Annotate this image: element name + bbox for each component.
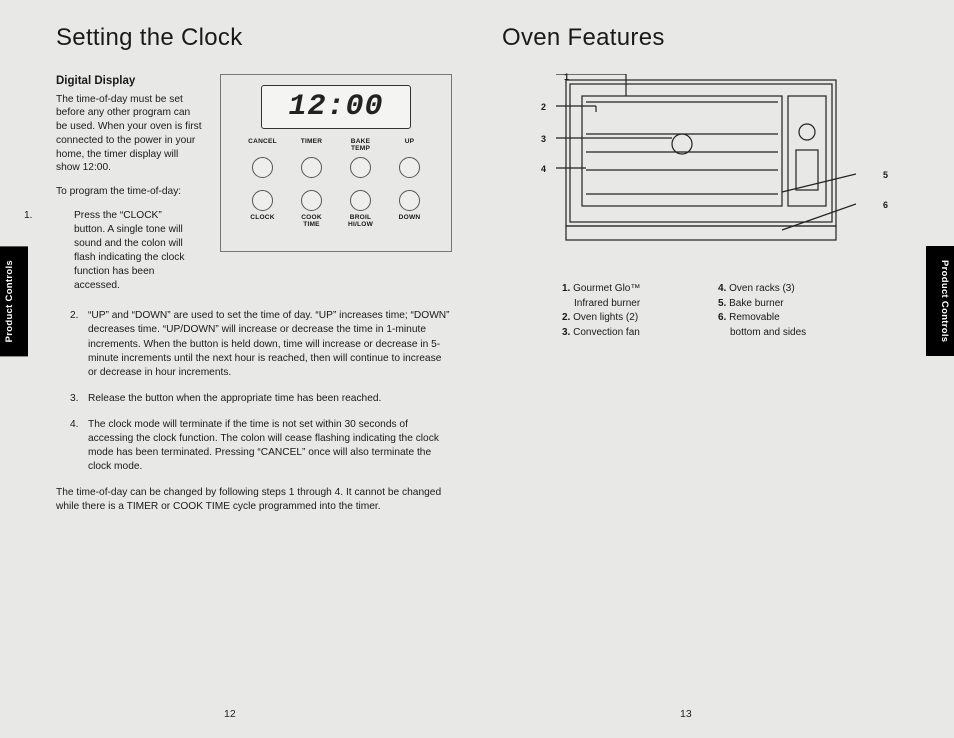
legend-num: 1. bbox=[562, 283, 570, 294]
btn-cooktime bbox=[301, 190, 322, 211]
legend-col-1: 1. Gourmet Glo™ Infrared burner 2. Oven … bbox=[562, 282, 682, 340]
legend-text: Convection fan bbox=[573, 327, 640, 338]
legend-text: Oven lights (2) bbox=[573, 312, 638, 323]
footnote: The time-of-day can be changed by follow… bbox=[56, 486, 452, 514]
control-panel-diagram: 12:00 CANCEL TIMER BAKETEMP UP bbox=[220, 74, 452, 252]
legend-sub: bottom and sides bbox=[718, 326, 838, 341]
step-4: The clock mode will terminate if the tim… bbox=[88, 418, 452, 474]
legend-num: 6. bbox=[718, 312, 726, 323]
page-number-right: 13 bbox=[680, 708, 692, 720]
btn-up bbox=[399, 157, 420, 178]
legend-num: 5. bbox=[718, 298, 726, 309]
legend-num: 2. bbox=[562, 312, 570, 323]
btn-label-baketemp: BAKETEMP bbox=[343, 139, 379, 153]
oven-line-art bbox=[556, 74, 856, 249]
btn-label-up: UP bbox=[392, 139, 428, 153]
legend-col-2: 4. Oven racks (3) 5. Bake burner 6. Remo… bbox=[718, 282, 838, 340]
page-number-left: 12 bbox=[224, 708, 236, 720]
btn-label-cancel: CANCEL bbox=[245, 139, 281, 153]
btn-clock bbox=[252, 190, 273, 211]
page-title: Oven Features bbox=[502, 24, 898, 52]
callout-2: 2 bbox=[541, 102, 546, 112]
left-page: Setting the Clock Digital Display The ti… bbox=[56, 24, 452, 714]
legend-text: Removable bbox=[729, 312, 780, 323]
subhead: Digital Display bbox=[56, 74, 202, 90]
intro-para-2: To program the time-of-day: bbox=[56, 185, 202, 199]
btn-cancel bbox=[252, 157, 273, 178]
btn-label-clock: CLOCK bbox=[245, 215, 281, 229]
legend-sub: Infrared burner bbox=[562, 297, 682, 312]
legend-text: Bake burner bbox=[729, 298, 783, 309]
button-row-2 bbox=[245, 190, 428, 211]
legend-num: 4. bbox=[718, 283, 726, 294]
page-spread: Setting the Clock Digital Display The ti… bbox=[56, 24, 898, 714]
button-label-row-2: CLOCK COOKTIME BROILHI/LOW DOWN bbox=[245, 215, 428, 229]
oven-diagram: 1 2 3 4 5 6 bbox=[502, 74, 898, 266]
right-page: Oven Features 1 2 3 4 5 6 bbox=[502, 24, 898, 714]
lcd-display: 12:00 bbox=[261, 85, 411, 129]
btn-down bbox=[399, 190, 420, 211]
intro-text: Digital Display The time-of-day must be … bbox=[56, 74, 202, 305]
callout-3: 3 bbox=[541, 134, 546, 144]
step-1: Press the “CLOCK” button. A single tone … bbox=[42, 209, 188, 293]
legend-text: Gourmet Glo™ bbox=[573, 283, 640, 294]
btn-label-cooktime: COOKTIME bbox=[294, 215, 330, 229]
legend: 1. Gourmet Glo™ Infrared burner 2. Oven … bbox=[502, 282, 898, 340]
button-row-1 bbox=[245, 157, 428, 178]
step-2: “UP” and “DOWN” are used to set the time… bbox=[88, 309, 452, 379]
intro-block: Digital Display The time-of-day must be … bbox=[56, 74, 452, 305]
btn-label-broil: BROILHI/LOW bbox=[343, 215, 379, 229]
btn-baketemp bbox=[350, 157, 371, 178]
callout-6: 6 bbox=[883, 200, 888, 210]
btn-label-down: DOWN bbox=[392, 215, 428, 229]
side-tab-left: Product Controls bbox=[0, 246, 28, 356]
legend-num: 3. bbox=[562, 327, 570, 338]
intro-para-1: The time-of-day must be set before any o… bbox=[56, 93, 202, 176]
callout-4: 4 bbox=[541, 164, 546, 174]
page-title: Setting the Clock bbox=[56, 24, 452, 52]
legend-text: Oven racks (3) bbox=[729, 283, 795, 294]
side-tab-right: Product Controls bbox=[926, 246, 954, 356]
callout-5: 5 bbox=[883, 170, 888, 180]
btn-broil bbox=[350, 190, 371, 211]
btn-timer bbox=[301, 157, 322, 178]
step-3: Release the button when the appropriate … bbox=[88, 392, 452, 406]
button-label-row-1: CANCEL TIMER BAKETEMP UP bbox=[245, 139, 428, 153]
btn-label-timer: TIMER bbox=[294, 139, 330, 153]
